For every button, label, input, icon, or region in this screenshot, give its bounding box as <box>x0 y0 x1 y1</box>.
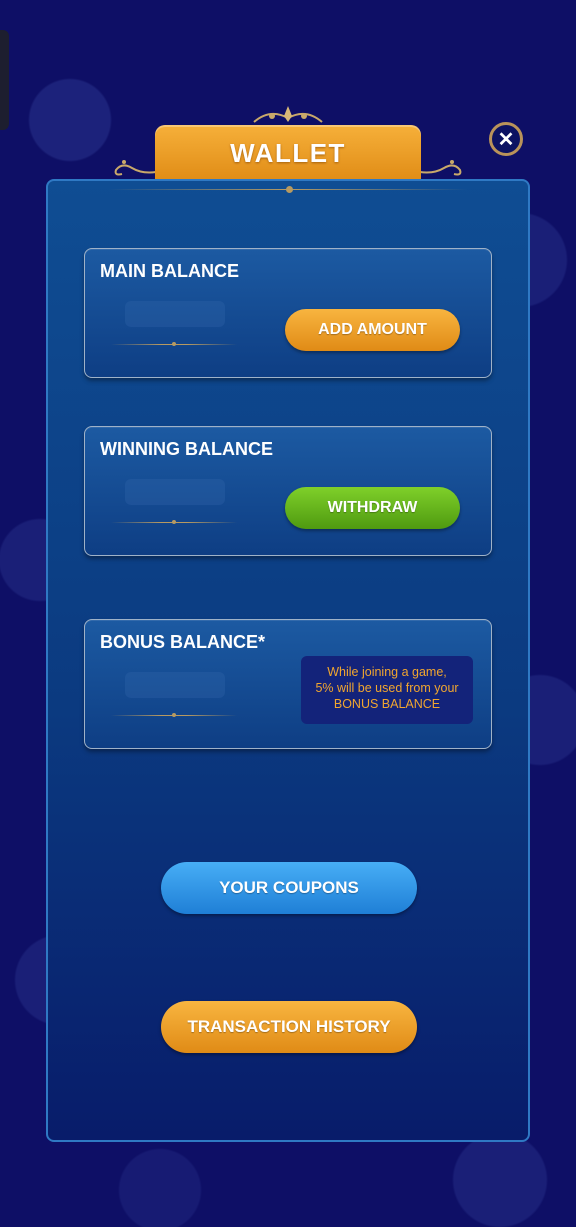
bonus-balance-underline <box>111 713 237 717</box>
page-title: WALLET <box>230 137 346 168</box>
bonus-balance-card: BONUS BALANCE* While joining a game, 5% … <box>84 619 492 749</box>
bonus-balance-value <box>125 672 225 698</box>
close-button[interactable]: ✕ <box>489 122 523 156</box>
add-amount-button[interactable]: ADD AMOUNT <box>285 309 460 351</box>
winning-balance-card: WINNING BALANCE WITHDRAW <box>84 426 492 556</box>
main-balance-card: MAIN BALANCE ADD AMOUNT <box>84 248 492 378</box>
bonus-note-line: BONUS BALANCE <box>333 697 441 711</box>
your-coupons-button[interactable]: YOUR COUPONS <box>161 862 417 914</box>
bonus-note-line: 5% will be used from your <box>315 681 459 695</box>
close-icon: ✕ <box>497 128 515 151</box>
scroll-ornament-left-icon <box>114 160 157 176</box>
wallet-panel: MAIN BALANCE ADD AMOUNT WINNING BALANCE … <box>46 179 530 1142</box>
transaction-history-button[interactable]: TRANSACTION HISTORY <box>161 1001 417 1053</box>
bonus-balance-title: BONUS BALANCE* <box>100 632 266 652</box>
wallet-header-tab: WALLET <box>155 125 421 181</box>
panel-divider-dot <box>286 186 293 193</box>
bonus-info-note: While joining a game, 5% will be used fr… <box>301 656 473 724</box>
winning-balance-title: WINNING BALANCE <box>100 439 273 459</box>
scroll-ornament-right-icon <box>419 160 462 176</box>
main-balance-underline <box>111 342 237 346</box>
winning-balance-value <box>125 479 225 505</box>
side-handle <box>0 30 9 130</box>
winning-balance-underline <box>111 520 237 524</box>
crown-ornament-icon <box>253 106 323 123</box>
main-balance-title: MAIN BALANCE <box>100 261 239 281</box>
withdraw-button[interactable]: WITHDRAW <box>285 487 460 529</box>
main-balance-value <box>125 301 225 327</box>
bonus-note-line: While joining a game, <box>327 665 447 679</box>
